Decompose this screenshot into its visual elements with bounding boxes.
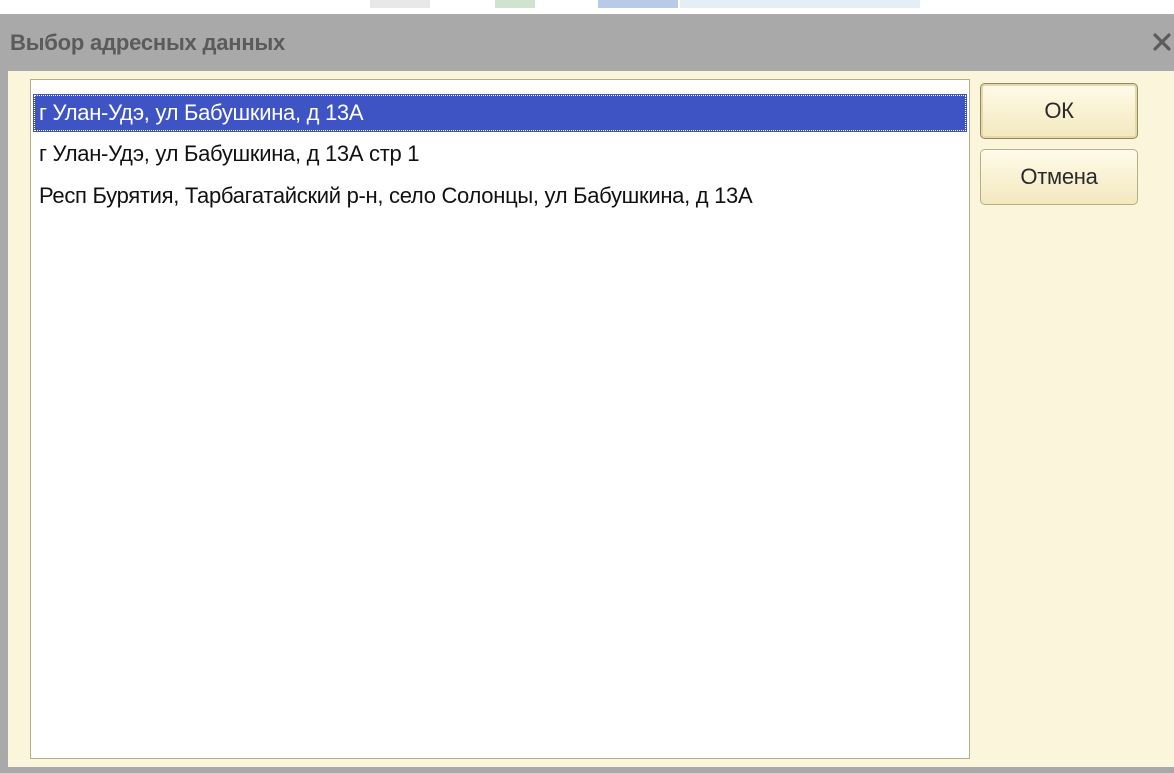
address-list-item[interactable]: Респ Бурятия, Тарбагатайский р-н, село С… (33, 177, 967, 215)
dialog-content: г Улан-Удэ, ул Бабушкина, д 13А г Улан-У… (8, 71, 1174, 767)
cancel-button[interactable]: Отмена (980, 149, 1138, 205)
dialog-bottom-border (0, 767, 1174, 773)
address-list-item[interactable]: г Улан-Удэ, ул Бабушкина, д 13А (33, 94, 967, 132)
close-button[interactable] (1146, 22, 1174, 62)
background-fragment (598, 0, 678, 8)
background-fragment (680, 0, 920, 8)
address-selection-dialog: Выбор адресных данных г Улан-Удэ, ул Баб… (0, 14, 1174, 773)
close-icon (1153, 33, 1171, 51)
background-fragment (495, 0, 535, 8)
address-list[interactable]: г Улан-Удэ, ул Бабушкина, д 13А г Улан-У… (30, 79, 970, 759)
address-list-item[interactable]: г Улан-Удэ, ул Бабушкина, д 13А стр 1 (33, 135, 967, 173)
dialog-left-border (0, 71, 8, 773)
background-window-strip (0, 0, 1174, 14)
dialog-title: Выбор адресных данных (10, 30, 286, 55)
dialog-titlebar[interactable]: Выбор адресных данных (0, 14, 1174, 71)
ok-button[interactable]: ОК (980, 83, 1138, 139)
background-fragment (370, 0, 430, 8)
